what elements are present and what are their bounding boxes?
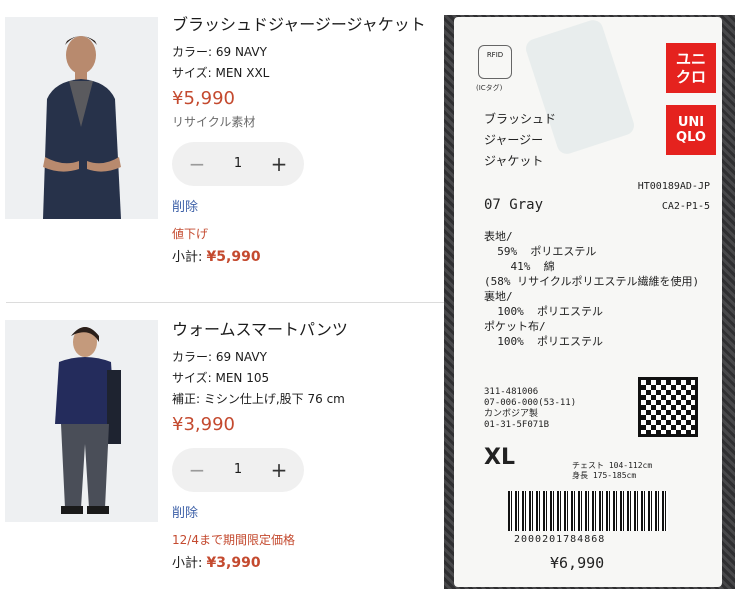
quantity-value: 1 xyxy=(233,156,243,171)
decrease-quantity-button[interactable]: − xyxy=(175,448,219,492)
price-tag-photo: RFID (ICタグ) ユニ クロ UNI QLO ブラッシュド ジャージー ジ… xyxy=(444,15,735,589)
tag-materials: 表地/ 59% ポリエステル 41% 綿 (58% リサイクルポリエステル繊維を… xyxy=(484,230,700,348)
product-size: サイズ: MEN 105 xyxy=(172,371,270,385)
product-name[interactable]: ウォームスマートパンツ xyxy=(172,319,444,341)
price-tag: RFID (ICタグ) ユニ クロ UNI QLO ブラッシュド ジャージー ジ… xyxy=(454,17,722,587)
product-color: カラー: 69 NAVY xyxy=(172,45,267,59)
product-price: ¥3,990 xyxy=(172,414,235,435)
tag-price: ¥6,990 xyxy=(550,554,605,572)
barcode-number: 2000201784868 xyxy=(514,534,606,545)
subtotal-label: 小計: xyxy=(172,556,203,571)
cart-item-jacket: ブラッシュドジャージージャケット カラー: 69 NAVY サイズ: MEN X… xyxy=(0,0,444,300)
remove-item-link[interactable]: 削除 xyxy=(172,505,198,523)
subtotal-value: ¥5,990 xyxy=(206,249,261,265)
rfid-caption: (ICタグ) xyxy=(476,84,503,92)
pants-model-photo xyxy=(5,320,158,522)
subtotal-value: ¥3,990 xyxy=(206,555,261,571)
tag-color: 07 Gray xyxy=(484,197,544,213)
product-alteration: 補正: ミシン仕上げ,股下 76 cm xyxy=(172,392,345,406)
product-image-jacket[interactable] xyxy=(5,17,158,219)
limited-price-label: 12/4まで期間限定価格 xyxy=(172,533,295,547)
product-size: サイズ: MEN XXL xyxy=(172,66,270,80)
rfid-icon: RFID xyxy=(478,45,512,79)
item-subtotal: 小計: ¥3,990 xyxy=(172,554,444,573)
price-reduced-label: 値下げ xyxy=(172,227,209,241)
quantity-stepper: − 1 + xyxy=(172,142,304,186)
item-subtotal: 小計: ¥5,990 xyxy=(172,248,444,267)
product-color: カラー: 69 NAVY xyxy=(172,350,267,364)
uniqlo-logo-katakana: ユニ クロ xyxy=(666,43,716,93)
tag-size: XL xyxy=(484,445,515,470)
remove-item-link[interactable]: 削除 xyxy=(172,199,198,217)
uniqlo-logo: UNI QLO xyxy=(666,105,716,155)
product-image-pants[interactable] xyxy=(5,320,158,522)
increase-quantity-button[interactable]: + xyxy=(257,448,301,492)
increase-quantity-button[interactable]: + xyxy=(257,142,301,186)
barcode-icon xyxy=(508,491,668,531)
product-name[interactable]: ブラッシュドジャージージャケット xyxy=(172,14,444,36)
recycled-material-note: リサイクル素材 xyxy=(172,115,256,129)
tag-product-code: HT00189AD-JP CA2-P1-5 xyxy=(637,181,710,212)
jacket-model-photo xyxy=(5,17,158,219)
subtotal-label: 小計: xyxy=(172,250,203,265)
decrease-quantity-button[interactable]: − xyxy=(175,142,219,186)
cart-item-pants: ウォームスマートパンツ カラー: 69 NAVY サイズ: MEN 105 補正… xyxy=(0,304,444,597)
product-price: ¥5,990 xyxy=(172,88,235,109)
quantity-value: 1 xyxy=(233,462,243,477)
tag-measurements: チェスト 104-112cm 身長 175-185cm xyxy=(572,461,653,480)
tag-product-name: ブラッシュド ジャージー ジャケット xyxy=(484,112,557,168)
item-divider xyxy=(6,302,444,303)
qr-code-icon xyxy=(638,377,698,437)
quantity-stepper: − 1 + xyxy=(172,448,304,492)
tag-codes: 311-481006 07-006-000(53-11) カンボジア製 01-3… xyxy=(484,387,577,430)
